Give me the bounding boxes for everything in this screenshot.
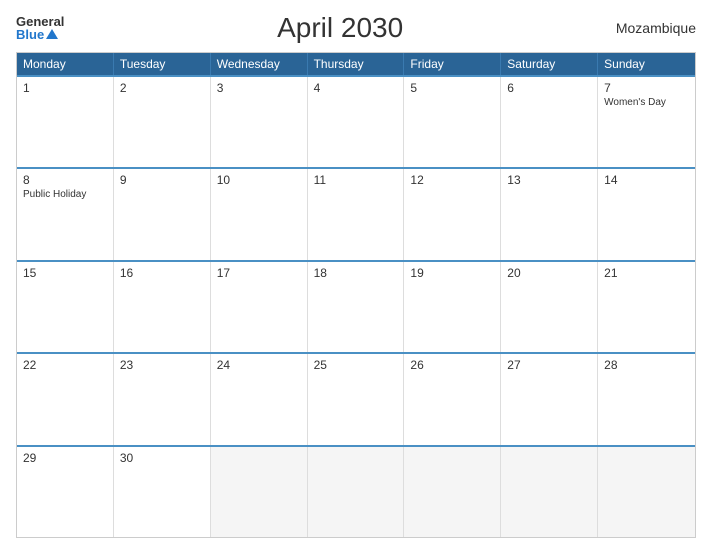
day-cell: 22 xyxy=(17,354,114,444)
day-number: 5 xyxy=(410,81,494,95)
day-cell: 13 xyxy=(501,169,598,259)
header-monday: Monday xyxy=(17,53,114,75)
day-number: 7 xyxy=(604,81,689,95)
header-wednesday: Wednesday xyxy=(211,53,308,75)
day-cell: 4 xyxy=(308,77,405,167)
day-number: 1 xyxy=(23,81,107,95)
country-label: Mozambique xyxy=(616,20,696,36)
day-cell: 10 xyxy=(211,169,308,259)
day-cell xyxy=(308,447,405,537)
day-number: 25 xyxy=(314,358,398,372)
day-cell: 3 xyxy=(211,77,308,167)
calendar: Monday Tuesday Wednesday Thursday Friday… xyxy=(16,52,696,538)
day-cell: 21 xyxy=(598,262,695,352)
day-cell: 20 xyxy=(501,262,598,352)
day-cell: 16 xyxy=(114,262,211,352)
day-number: 26 xyxy=(410,358,494,372)
day-cell: 1 xyxy=(17,77,114,167)
day-cell: 6 xyxy=(501,77,598,167)
day-cell: 25 xyxy=(308,354,405,444)
logo: General Blue xyxy=(16,15,64,41)
day-cell: 11 xyxy=(308,169,405,259)
day-number: 17 xyxy=(217,266,301,280)
day-number: 8 xyxy=(23,173,107,187)
day-cell xyxy=(501,447,598,537)
week-row-5: 29 30 xyxy=(17,445,695,537)
weeks-container: 1234567Women's Day8Public Holiday9101112… xyxy=(17,75,695,537)
day-number: 29 xyxy=(23,451,107,465)
day-cell: 15 xyxy=(17,262,114,352)
logo-triangle-icon xyxy=(46,29,58,39)
day-cell: 12 xyxy=(404,169,501,259)
header-sunday: Sunday xyxy=(598,53,695,75)
day-cell: 28 xyxy=(598,354,695,444)
header: General Blue April 2030 Mozambique xyxy=(16,12,696,44)
week-row-1: 1234567 Women's Day xyxy=(17,75,695,167)
day-number: 18 xyxy=(314,266,398,280)
day-cell: 8 Public Holiday xyxy=(17,169,114,259)
day-cell: 27 xyxy=(501,354,598,444)
day-number: 3 xyxy=(217,81,301,95)
day-number: 16 xyxy=(120,266,204,280)
day-number: 6 xyxy=(507,81,591,95)
day-number: 12 xyxy=(410,173,494,187)
day-cell: 29 xyxy=(17,447,114,537)
week-row-3: 15 16 17 18 19 20 21 xyxy=(17,260,695,352)
week-row-2: 8 Public Holiday 9 10 11 12 13 14 xyxy=(17,167,695,259)
day-number: 4 xyxy=(314,81,398,95)
day-cell xyxy=(404,447,501,537)
holiday-label: Women's Day xyxy=(604,97,689,109)
day-cell: 14 xyxy=(598,169,695,259)
day-cell: 5 xyxy=(404,77,501,167)
day-number: 30 xyxy=(120,451,204,465)
day-number: 27 xyxy=(507,358,591,372)
header-friday: Friday xyxy=(404,53,501,75)
day-number: 19 xyxy=(410,266,494,280)
header-tuesday: Tuesday xyxy=(114,53,211,75)
day-number: 28 xyxy=(604,358,689,372)
day-number: 11 xyxy=(314,173,398,187)
logo-blue-text: Blue xyxy=(16,28,64,41)
week-row-4: 22 23 24 25 26 27 28 xyxy=(17,352,695,444)
day-number: 9 xyxy=(120,173,204,187)
day-cell: 19 xyxy=(404,262,501,352)
day-cell xyxy=(598,447,695,537)
day-number: 23 xyxy=(120,358,204,372)
day-number: 13 xyxy=(507,173,591,187)
header-saturday: Saturday xyxy=(501,53,598,75)
day-cell: 7 Women's Day xyxy=(598,77,695,167)
day-number: 20 xyxy=(507,266,591,280)
day-number: 22 xyxy=(23,358,107,372)
day-cell: 18 xyxy=(308,262,405,352)
calendar-title: April 2030 xyxy=(277,12,403,44)
day-cell: 24 xyxy=(211,354,308,444)
day-number: 10 xyxy=(217,173,301,187)
day-number: 14 xyxy=(604,173,689,187)
day-cell: 23 xyxy=(114,354,211,444)
page: General Blue April 2030 Mozambique Monda… xyxy=(0,0,712,550)
day-cell: 9 xyxy=(114,169,211,259)
header-thursday: Thursday xyxy=(308,53,405,75)
day-cell: 2 xyxy=(114,77,211,167)
day-number: 21 xyxy=(604,266,689,280)
day-cell xyxy=(211,447,308,537)
day-cell: 17 xyxy=(211,262,308,352)
day-number: 2 xyxy=(120,81,204,95)
day-number: 24 xyxy=(217,358,301,372)
day-cell: 26 xyxy=(404,354,501,444)
day-cell: 30 xyxy=(114,447,211,537)
day-number: 15 xyxy=(23,266,107,280)
holiday-label: Public Holiday xyxy=(23,189,107,201)
day-headers-row: Monday Tuesday Wednesday Thursday Friday… xyxy=(17,53,695,75)
